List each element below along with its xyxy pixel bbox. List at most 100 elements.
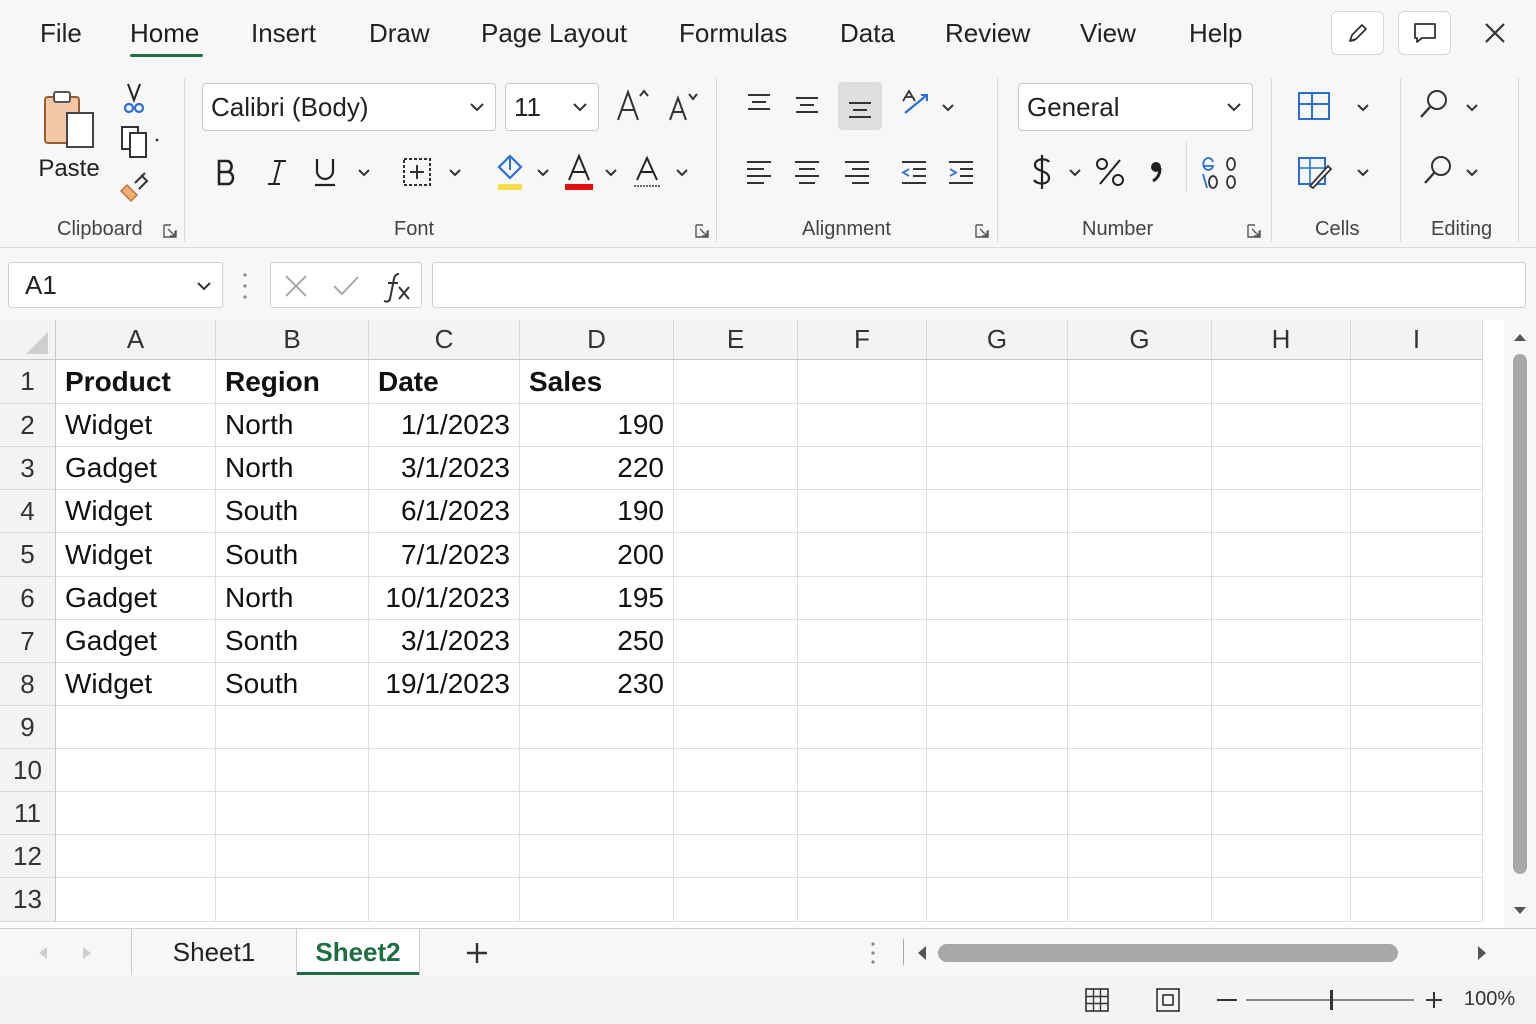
table-cell[interactable]: North (216, 447, 369, 490)
cell[interactable] (798, 749, 927, 792)
comments-button[interactable] (1398, 11, 1451, 55)
cell[interactable] (927, 706, 1068, 749)
chevron-down-icon[interactable] (1356, 168, 1370, 178)
align-bottom-button[interactable] (838, 82, 882, 130)
fill-color-button[interactable] (492, 150, 528, 194)
table-cell[interactable]: Gadget (56, 577, 216, 620)
table-cell[interactable]: Widget (56, 663, 216, 706)
tab-help[interactable]: Help (1189, 18, 1242, 49)
column-header[interactable]: G (927, 320, 1068, 360)
horizontal-scroll-thumb[interactable] (938, 944, 1398, 962)
table-cell[interactable]: 1/1/2023 (369, 404, 520, 447)
tab-view[interactable]: View (1080, 18, 1136, 49)
cell[interactable] (56, 835, 216, 878)
chevron-down-icon[interactable] (604, 168, 618, 178)
cell[interactable] (927, 360, 1068, 404)
cell[interactable] (674, 663, 798, 706)
table-cell[interactable]: 6/1/2023 (369, 490, 520, 533)
cell[interactable] (1212, 490, 1351, 533)
table-cell[interactable]: 10/1/2023 (369, 577, 520, 620)
column-header[interactable]: G (1068, 320, 1212, 360)
cell[interactable] (56, 878, 216, 922)
name-box[interactable]: A1 (8, 262, 223, 308)
tab-file[interactable]: File (40, 18, 82, 49)
cell[interactable] (1212, 663, 1351, 706)
cell[interactable] (1351, 533, 1483, 577)
cell[interactable] (520, 835, 674, 878)
cell[interactable] (927, 749, 1068, 792)
cell[interactable] (674, 749, 798, 792)
row-header[interactable]: 6 (0, 577, 56, 620)
table-cell[interactable]: Widget (56, 533, 216, 577)
cell[interactable] (1068, 577, 1212, 620)
cell[interactable] (1212, 360, 1351, 404)
cell[interactable] (1212, 749, 1351, 792)
chevron-down-icon[interactable] (941, 103, 955, 113)
cell[interactable] (927, 792, 1068, 835)
increase-font-size-button[interactable] (612, 86, 652, 126)
column-header[interactable]: A (56, 320, 216, 360)
row-header[interactable]: 10 (0, 749, 56, 792)
tab-home[interactable]: Home (130, 18, 199, 49)
cell[interactable] (216, 706, 369, 749)
increase-indent-button[interactable] (942, 152, 980, 192)
cell[interactable] (369, 878, 520, 922)
row-header[interactable]: 12 (0, 835, 56, 878)
search-options-button[interactable] (1418, 150, 1458, 190)
column-header[interactable]: D (520, 320, 674, 360)
cell[interactable] (1351, 749, 1483, 792)
cell[interactable] (1212, 447, 1351, 490)
font-size-select[interactable]: 11 (505, 83, 599, 131)
cell[interactable] (798, 663, 927, 706)
cell[interactable] (1068, 533, 1212, 577)
column-header[interactable]: H (1212, 320, 1351, 360)
cell[interactable] (674, 706, 798, 749)
cell[interactable] (520, 706, 674, 749)
cell[interactable] (1351, 490, 1483, 533)
cell[interactable] (798, 360, 927, 404)
cell[interactable] (927, 835, 1068, 878)
cell[interactable] (520, 792, 674, 835)
row-header[interactable]: 7 (0, 620, 56, 663)
bold-button[interactable] (210, 152, 242, 192)
format-painter-button[interactable] (116, 168, 152, 204)
table-cell[interactable]: 190 (520, 404, 674, 447)
cell[interactable] (798, 577, 927, 620)
cell[interactable] (369, 835, 520, 878)
vertical-scrollbar[interactable] (1504, 320, 1536, 928)
function-icon[interactable] (381, 271, 413, 303)
cell[interactable] (1068, 404, 1212, 447)
cell[interactable] (798, 835, 927, 878)
cell[interactable] (674, 404, 798, 447)
cell[interactable] (216, 749, 369, 792)
cell[interactable] (1212, 533, 1351, 577)
table-cell[interactable]: Sonth (216, 620, 369, 663)
cell[interactable] (1068, 835, 1212, 878)
cell[interactable] (1212, 577, 1351, 620)
row-header[interactable]: 13 (0, 878, 56, 922)
table-cell[interactable]: 200 (520, 533, 674, 577)
table-cell[interactable]: 7/1/2023 (369, 533, 520, 577)
row-header[interactable]: 2 (0, 404, 56, 447)
decrease-font-size-button[interactable] (662, 86, 702, 126)
cell[interactable] (674, 792, 798, 835)
table-cell[interactable]: South (216, 533, 369, 577)
align-left-button[interactable] (740, 152, 778, 192)
table-cell[interactable]: Gadget (56, 620, 216, 663)
cell[interactable] (674, 490, 798, 533)
cell[interactable] (798, 404, 927, 447)
cell[interactable] (1351, 835, 1483, 878)
scroll-right-icon[interactable] (1476, 945, 1488, 961)
cell[interactable] (1351, 663, 1483, 706)
column-header[interactable]: E (674, 320, 798, 360)
cell[interactable] (1351, 577, 1483, 620)
table-header-cell[interactable]: Sales (520, 360, 674, 404)
table-cell[interactable]: North (216, 577, 369, 620)
align-center-button[interactable] (788, 152, 826, 192)
cell[interactable] (1068, 447, 1212, 490)
table-cell[interactable]: South (216, 490, 369, 533)
cell[interactable] (927, 447, 1068, 490)
cut-button[interactable] (118, 82, 150, 116)
underline-button[interactable] (308, 152, 342, 192)
align-right-button[interactable] (838, 152, 876, 192)
